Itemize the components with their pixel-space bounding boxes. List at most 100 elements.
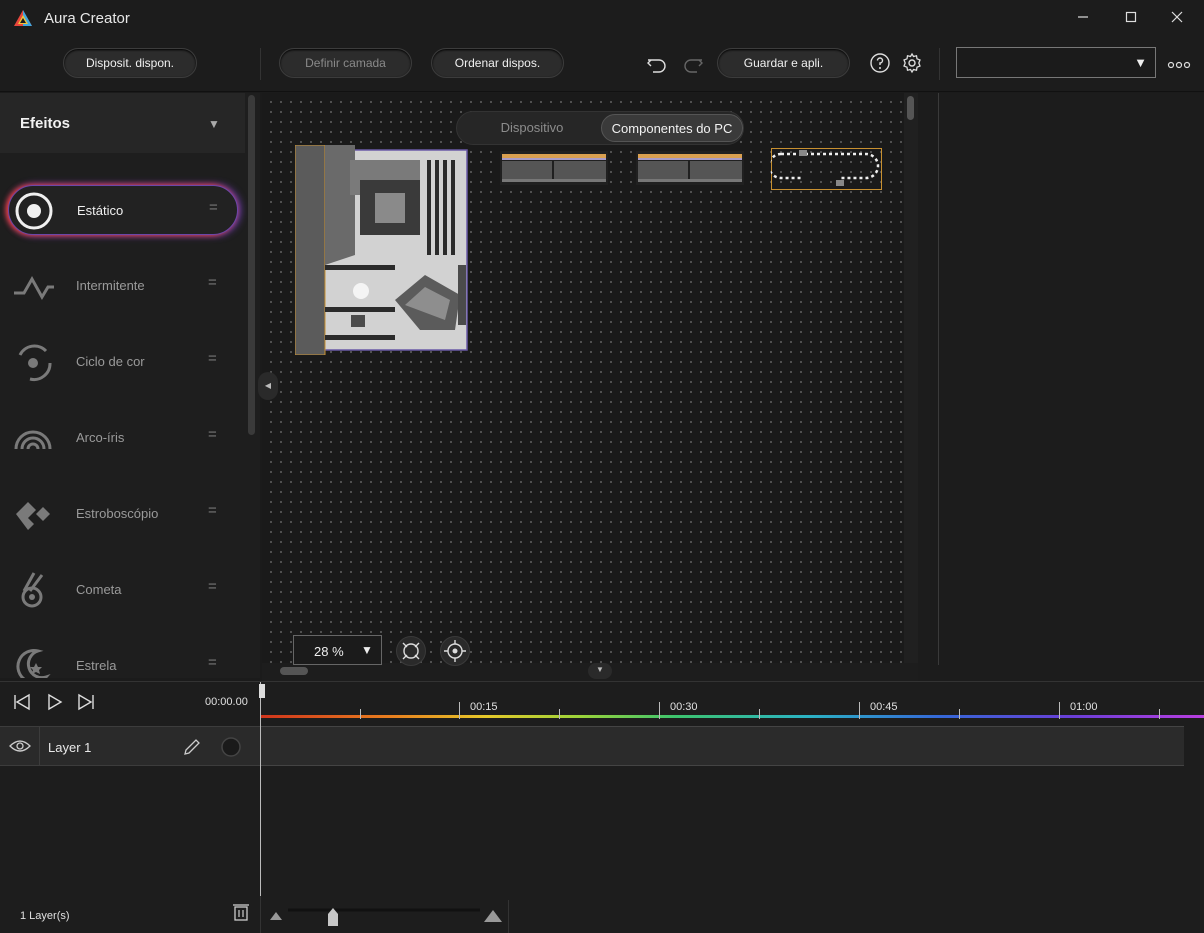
trash-icon[interactable] [232,902,250,922]
drag-handle-icon[interactable]: = [209,199,218,216]
time-mark: 00:30 [670,701,698,713]
layer-color-indicator[interactable] [220,736,242,758]
toolbar: Disposit. dispon. Definir camada Ordenar… [0,36,1204,92]
effect-item-comet[interactable]: Cometa = [8,565,238,615]
chevron-down-icon: ▼ [1134,55,1147,70]
settings-gear-icon[interactable] [900,51,924,75]
timeline-rainbow-bar [260,715,1204,718]
major-tick [1059,702,1060,719]
collapse-timeline-button[interactable]: ▼ [588,663,612,679]
more-options-icon[interactable] [1167,53,1191,77]
major-tick [859,702,860,719]
effect-item-breathing[interactable]: Intermitente = [8,261,238,311]
undo-icon[interactable] [645,52,669,76]
fit-to-screen-button[interactable] [396,636,426,666]
drag-handle-icon[interactable]: = [208,350,217,367]
scroll-thumb[interactable] [907,96,914,120]
close-icon [1171,11,1183,23]
redo-icon[interactable] [681,52,705,76]
motherboard-device[interactable] [295,145,470,355]
app-title: Aura Creator [44,10,130,27]
sort-devices-button[interactable]: Ordenar dispos. [431,48,564,78]
chevron-down-icon: ▼ [208,117,220,131]
effect-item-rainbow[interactable]: Arco-íris = [8,413,238,463]
device-canvas[interactable] [262,93,904,663]
effect-item-strobe[interactable]: Estroboscópio = [8,489,238,539]
drag-handle-icon[interactable]: = [208,578,217,595]
effects-title: Efeitos [20,115,71,132]
major-tick [459,702,460,719]
star-icon [16,649,51,678]
ram-device-1[interactable] [500,151,608,185]
timeline-zoom-slider[interactable] [268,904,504,930]
title-bar: Aura Creator [0,0,1204,36]
effects-header[interactable]: Efeitos ▼ [0,93,245,153]
led-strip-device[interactable] [771,148,882,190]
drag-handle-icon[interactable]: = [208,274,217,291]
rainbow-icon [14,430,52,450]
collapse-left-panel-button[interactable]: ◀ [258,372,278,400]
center-view-button[interactable] [440,636,470,666]
effect-label: Intermitente [76,278,145,293]
effect-label: Ciclo de cor [76,354,145,369]
help-icon[interactable] [868,51,892,75]
zoom-dropdown[interactable]: 28 % ▼ [293,635,382,665]
chevron-down-icon: ▼ [361,643,373,657]
maximize-button[interactable] [1116,6,1146,30]
layer-visibility-toggle[interactable] [0,727,40,765]
close-button[interactable] [1162,6,1192,30]
eye-icon [9,740,31,752]
play-icon[interactable] [45,692,65,712]
tab-pc-components[interactable]: Componentes do PC [601,114,743,142]
strobe-icon [16,502,50,530]
effect-item-static[interactable]: Estático = [8,185,238,235]
time-mark: 00:45 [870,701,898,713]
edit-pencil-icon[interactable] [182,737,202,757]
layers-count: 1 Layer(s) [20,910,70,922]
current-time: 00:00.00 [205,696,248,708]
drag-handle-icon[interactable]: = [208,654,217,671]
tab-device[interactable]: Dispositivo [467,114,597,142]
device-dropdown[interactable]: ▼ [956,47,1156,78]
drag-handle-icon[interactable]: = [208,426,217,443]
canvas-vertical-scrollbar[interactable] [904,93,918,663]
maximize-icon [1125,11,1137,23]
available-devices-button[interactable]: Disposit. dispon. [63,48,197,78]
chevron-down-icon: ▼ [596,665,604,674]
toolbar-divider [260,48,261,80]
timeline-ruler[interactable]: 00:15 00:30 00:45 01:00 [260,682,1204,726]
drag-handle-icon[interactable]: = [208,502,217,519]
layer-track[interactable] [260,726,1184,766]
effect-label: Estático [77,203,124,218]
color-cycle-icon [18,344,52,381]
effects-scrollbar[interactable] [248,95,255,435]
playhead-handle[interactable] [259,684,265,698]
effect-item-color-cycle[interactable]: Ciclo de cor = [8,337,238,387]
timeline-divider [260,896,261,933]
save-apply-button[interactable]: Guardar e apli. [717,48,850,78]
minimize-button[interactable] [1068,6,1098,30]
zoom-value: 28 % [314,644,344,659]
crosshair-icon [444,640,466,662]
set-layer-button[interactable]: Definir camada [279,48,412,78]
canvas-view-toggle: Dispositivo Componentes do PC [456,111,744,145]
minimize-icon [1078,16,1088,18]
layer-row[interactable]: Layer 1 [0,726,260,766]
breathing-icon [14,275,54,300]
time-mark: 00:15 [470,701,498,713]
static-icon [15,192,53,230]
effects-panel: Efeitos ▼ Estático = Intermitente = Cicl… [0,93,260,678]
skip-end-icon[interactable] [76,692,96,712]
comet-icon [21,572,44,608]
skip-start-icon[interactable] [12,692,32,712]
scroll-thumb[interactable] [280,667,308,675]
effect-label: Estrela [76,658,117,673]
properties-panel [918,93,1204,681]
zoom-in-icon [484,910,502,922]
major-tick [659,702,660,719]
ram-device-2[interactable] [636,151,744,185]
timeline-panel: 00:00.00 00:15 00:30 00:45 01:00 Layer 1 [0,681,1204,933]
aura-logo-icon [14,10,32,26]
effect-item-star[interactable]: Estrela = [8,641,238,678]
minor-tick [360,709,361,719]
